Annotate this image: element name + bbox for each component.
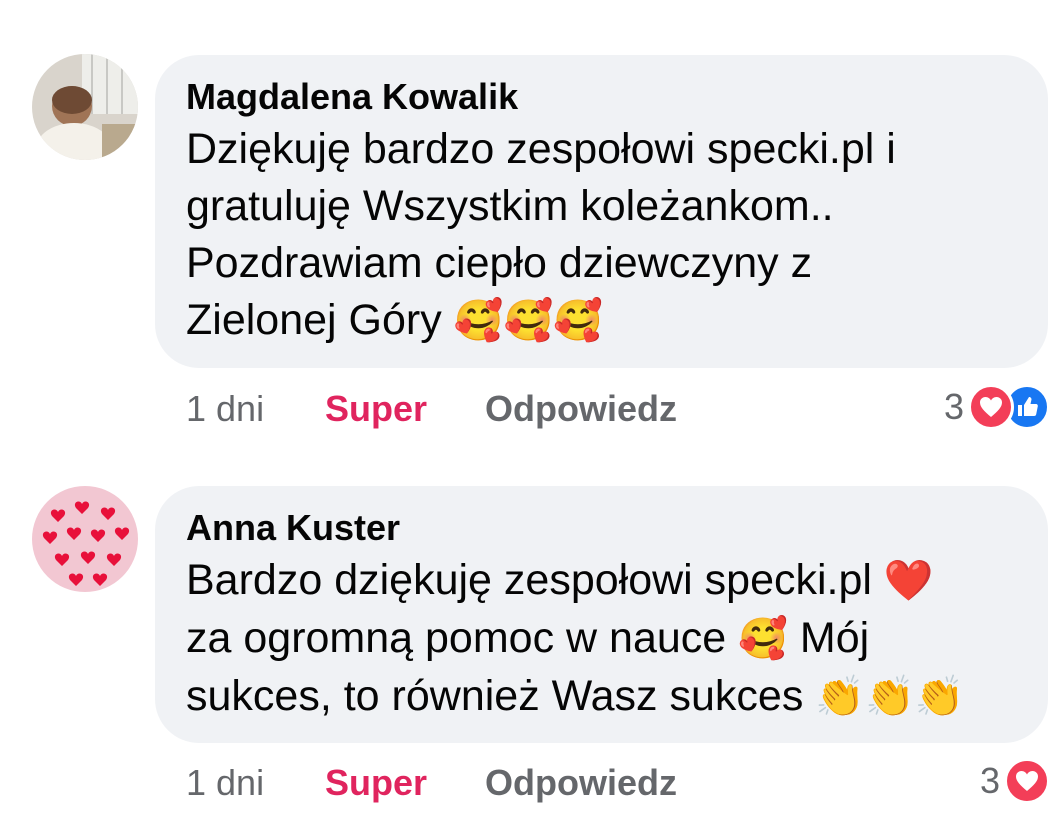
comment-bubble: Anna Kuster Bardzo dziękuję zespołowi sp…	[155, 486, 1048, 743]
smiling-hearts-emoji: 🥰	[738, 616, 788, 662]
red-heart-emoji: ❤️	[883, 558, 934, 604]
reply-button[interactable]: Odpowiedz	[485, 388, 677, 430]
react-button[interactable]: Super	[325, 388, 485, 430]
smiling-hearts-emoji: 🥰🥰🥰	[453, 298, 604, 344]
comment-text-line: za ogromną pomoc w nauce	[186, 614, 727, 662]
comment-actions: 1 dni Super Odpowiedz	[186, 758, 677, 808]
comment-text: Bardzo dziękuję zespołowi specki.pl ❤️ z…	[186, 552, 1018, 726]
avatar[interactable]	[32, 54, 138, 160]
comment-item: Magdalena Kowalik Dziękuję bardzo zespoł…	[0, 0, 1064, 450]
heart-icon	[968, 384, 1014, 430]
reaction-count: 3	[979, 760, 1000, 801]
comment-timestamp[interactable]: 1 dni	[186, 388, 325, 430]
comment-text-line: Bardzo dziękuję zespołowi specki.pl	[186, 556, 872, 604]
comment-author[interactable]: Anna Kuster	[186, 506, 1018, 550]
comment-text-line: sukces, to również Wasz sukces	[186, 672, 804, 720]
clapping-hands-emoji: 👏👏👏	[815, 674, 965, 720]
avatar[interactable]	[32, 486, 138, 592]
comment-text-line: Mój	[799, 614, 870, 662]
reply-button[interactable]: Odpowiedz	[485, 762, 677, 804]
heart-icon	[1004, 758, 1050, 804]
react-button[interactable]: Super	[325, 762, 485, 804]
comment-item: Anna Kuster Bardzo dziękuję zespołowi sp…	[0, 450, 1064, 833]
reactions-summary[interactable]: 3	[944, 382, 1050, 432]
comment-text: Dziękuję bardzo zespołowi specki.pl i gr…	[186, 121, 1018, 350]
comment-actions: 1 dni Super Odpowiedz	[186, 384, 677, 434]
comment-timestamp[interactable]: 1 dni	[186, 762, 325, 804]
reactions-summary[interactable]: 3	[980, 756, 1050, 806]
comment-bubble: Magdalena Kowalik Dziękuję bardzo zespoł…	[155, 55, 1048, 368]
comment-author[interactable]: Magdalena Kowalik	[186, 75, 1018, 119]
reaction-count: 3	[943, 386, 964, 427]
